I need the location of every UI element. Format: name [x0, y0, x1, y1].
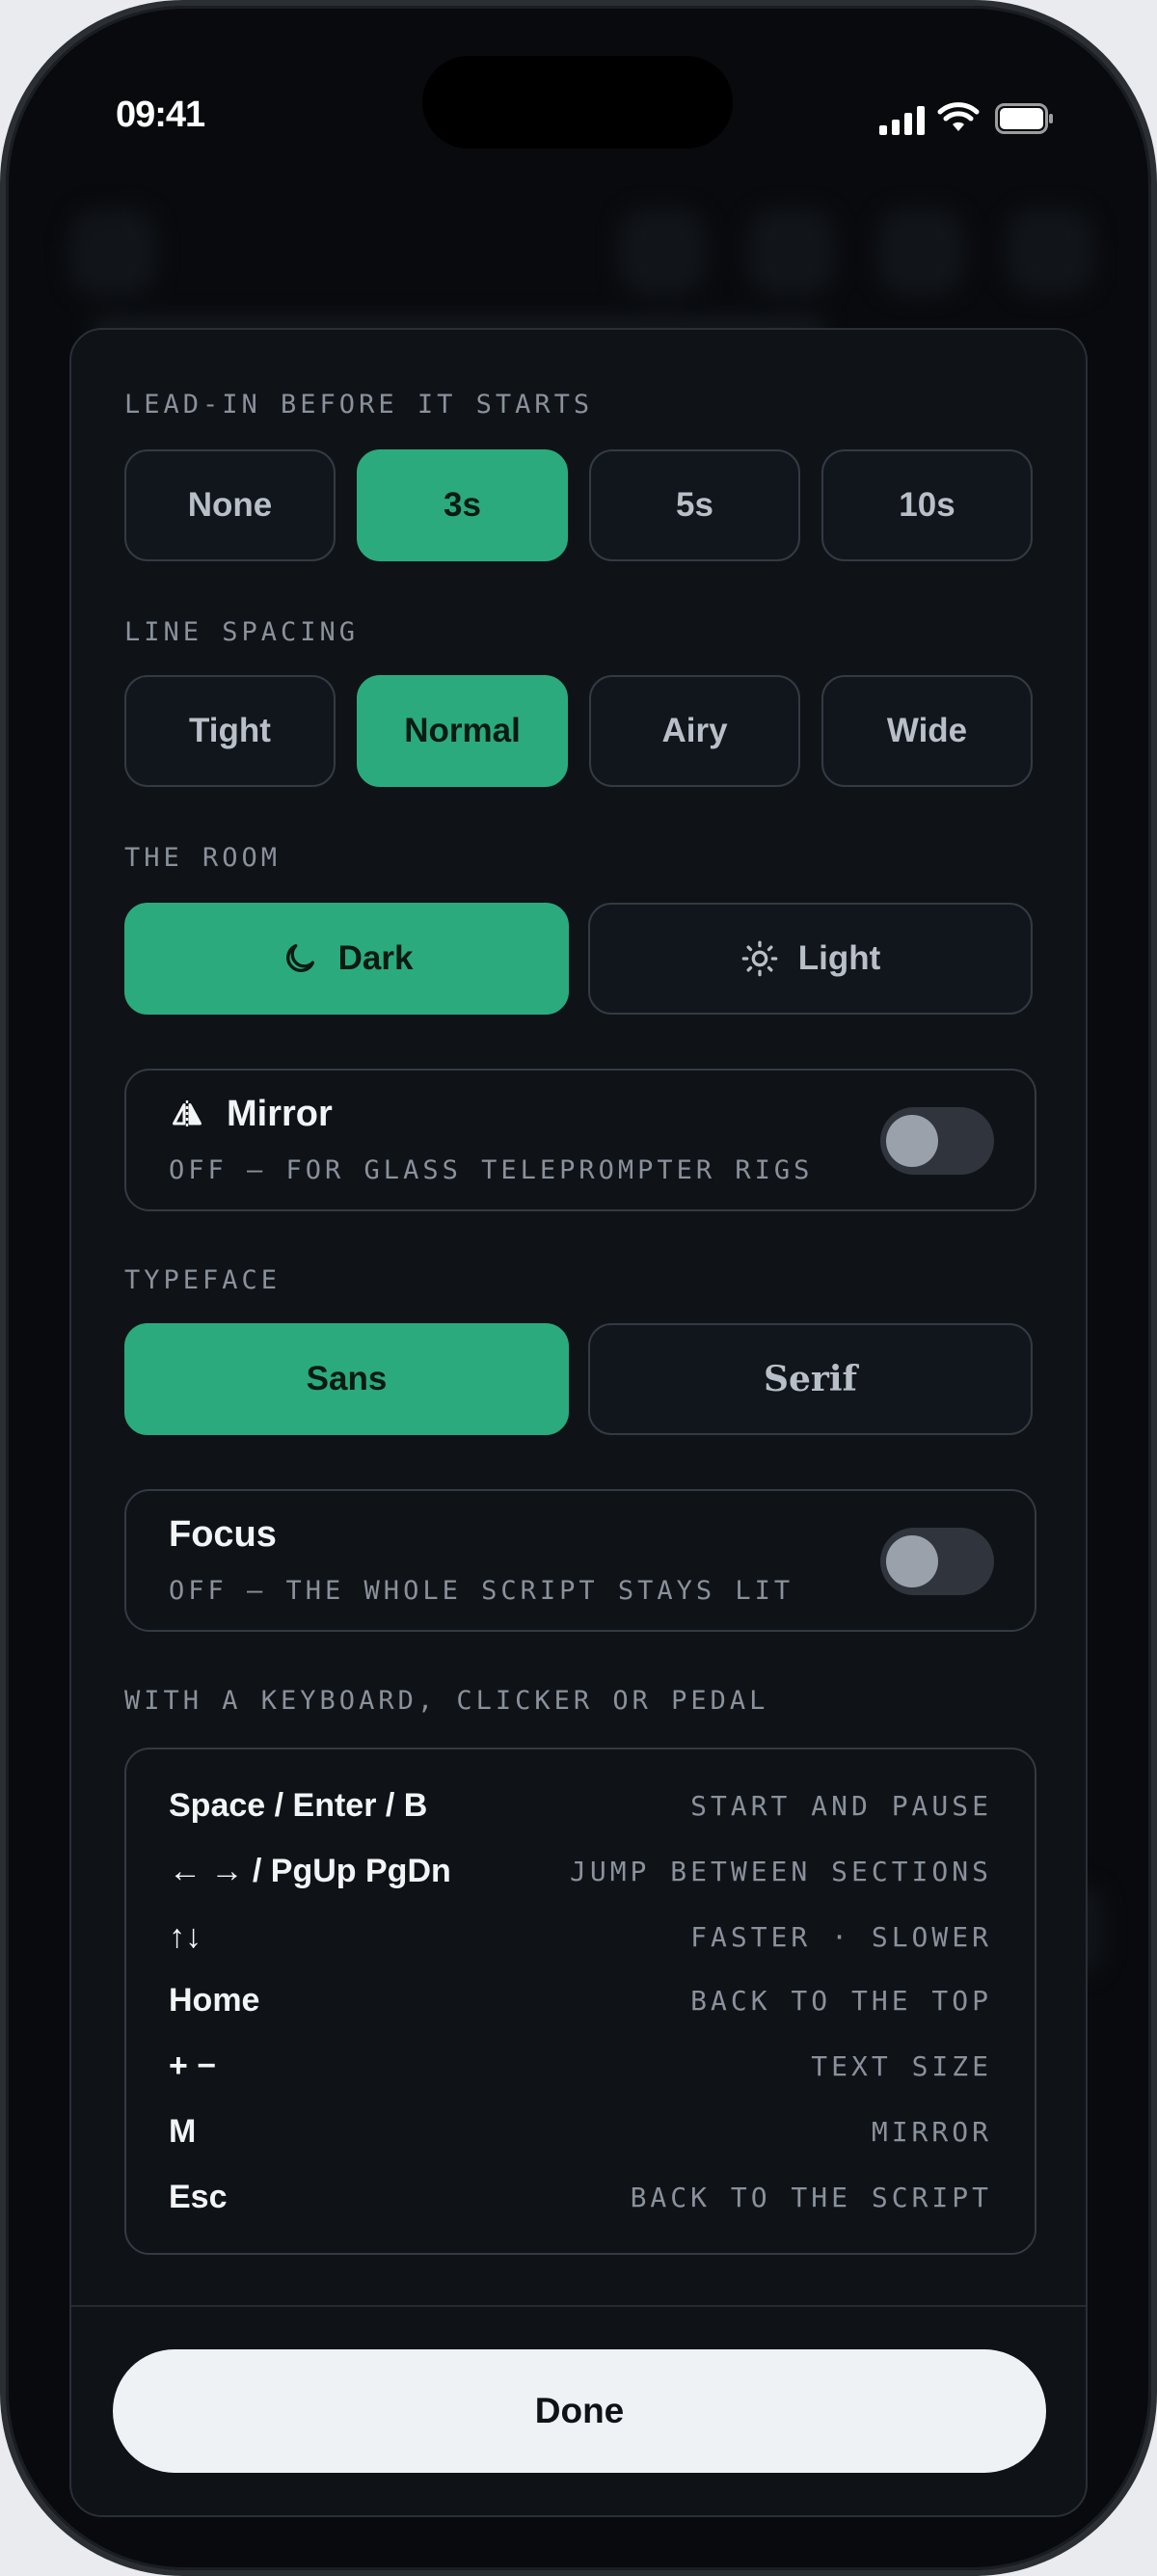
shortcut-action: START AND PAUSE — [690, 1789, 992, 1822]
line-spacing-option-tight[interactable]: Tight — [124, 675, 336, 787]
background-button — [877, 208, 964, 295]
battery-icon — [995, 103, 1053, 134]
shortcut-key: Home — [169, 1981, 260, 2019]
shortcut-row: Space / Enter / B START AND PAUSE — [169, 1776, 992, 1834]
shortcuts-card: Space / Enter / B START AND PAUSE ← → / … — [124, 1748, 1036, 2255]
lead-in-option-10s[interactable]: 10s — [821, 449, 1033, 561]
shortcut-action: BACK TO THE SCRIPT — [630, 2181, 992, 2213]
screen: 09:41 LEAD-IN BEFORE IT STARTS None 3s 5… — [6, 6, 1151, 2570]
background-button — [69, 208, 156, 295]
mirror-toggle[interactable] — [880, 1107, 994, 1175]
settings-sheet: LEAD-IN BEFORE IT STARTS None 3s 5s 10s … — [69, 328, 1088, 2517]
line-spacing-option-wide[interactable]: Wide — [821, 675, 1033, 787]
shortcut-action: FASTER · SLOWER — [690, 1920, 992, 1953]
line-spacing-label: LINE SPACING — [124, 617, 360, 647]
shortcut-row: Home BACK TO THE TOP — [169, 1971, 992, 2029]
status-bar: 09:41 — [6, 6, 1151, 170]
shortcut-key: Esc — [169, 2178, 228, 2215]
typeface-option-sans[interactable]: Sans — [124, 1323, 569, 1435]
signal-icon — [879, 106, 925, 135]
typeface-option-serif[interactable]: Serif — [588, 1323, 1033, 1435]
shortcuts-label: WITH A KEYBOARD, CLICKER OR PEDAL — [124, 1686, 769, 1716]
shortcut-action: MIRROR — [871, 2115, 992, 2148]
mirror-subtitle: OFF — FOR GLASS TELEPROMPTER RIGS — [169, 1155, 814, 1185]
mirror-toggle-knob — [886, 1115, 938, 1167]
mirror-card[interactable]: Mirror OFF — FOR GLASS TELEPROMPTER RIGS — [124, 1069, 1036, 1211]
lead-in-option-5s[interactable]: 5s — [589, 449, 800, 561]
status-time: 09:41 — [116, 95, 205, 135]
shortcut-action: TEXT SIZE — [811, 2049, 992, 2082]
wifi-icon — [937, 102, 980, 131]
shortcut-row: ↑↓ FASTER · SLOWER — [169, 1908, 992, 1966]
shortcut-key: Space / Enter / B — [169, 1786, 428, 1824]
shortcut-key: + − — [169, 2047, 217, 2084]
shortcut-action: BACK TO THE TOP — [690, 1984, 992, 2017]
shortcut-row: Esc BACK TO THE SCRIPT — [169, 2168, 992, 2226]
shortcut-row: M MIRROR — [169, 2102, 992, 2160]
shortcut-row: + − TEXT SIZE — [169, 2037, 992, 2095]
done-button[interactable]: Done — [113, 2349, 1046, 2473]
shortcut-key: ← → / PgUp PgDn — [169, 1852, 451, 1889]
mirror-title: Mirror — [169, 1094, 333, 1135]
lead-in-option-3s[interactable]: 3s — [357, 449, 568, 561]
focus-title: Focus — [169, 1514, 277, 1555]
mirror-icon — [173, 1099, 202, 1129]
background-button — [1007, 208, 1093, 295]
typeface-label: TYPEFACE — [124, 1265, 282, 1295]
shortcut-action: JUMP BETWEEN SECTIONS — [569, 1855, 992, 1887]
phone-frame: 09:41 LEAD-IN BEFORE IT STARTS None 3s 5… — [0, 0, 1157, 2576]
footer-divider — [71, 2305, 1086, 2307]
shortcut-key: M — [169, 2112, 197, 2150]
moon-icon — [285, 944, 314, 972]
background-button — [619, 208, 706, 295]
room-label: THE ROOM — [124, 843, 282, 873]
shortcut-key: ↑↓ — [169, 1917, 202, 1955]
line-spacing-option-airy[interactable]: Airy — [589, 675, 800, 787]
lead-in-label: LEAD-IN BEFORE IT STARTS — [124, 390, 594, 420]
room-option-light[interactable]: Light — [588, 903, 1033, 1015]
focus-toggle[interactable] — [880, 1528, 994, 1595]
line-spacing-option-normal[interactable]: Normal — [357, 675, 568, 787]
sun-icon — [741, 940, 778, 977]
room-option-light-label: Light — [797, 939, 881, 977]
shortcut-row: ← → / PgUp PgDn JUMP BETWEEN SECTIONS — [169, 1842, 992, 1900]
lead-in-option-none[interactable]: None — [124, 449, 336, 561]
mirror-title-label: Mirror — [227, 1094, 333, 1134]
dynamic-island — [422, 56, 733, 149]
focus-subtitle: OFF — THE WHOLE SCRIPT STAYS LIT — [169, 1576, 794, 1606]
room-option-dark-label: Dark — [337, 939, 414, 977]
room-option-dark[interactable]: Dark — [124, 903, 569, 1015]
focus-toggle-knob — [886, 1535, 938, 1587]
focus-card[interactable]: Focus OFF — THE WHOLE SCRIPT STAYS LIT — [124, 1489, 1036, 1632]
background-button — [748, 208, 835, 295]
